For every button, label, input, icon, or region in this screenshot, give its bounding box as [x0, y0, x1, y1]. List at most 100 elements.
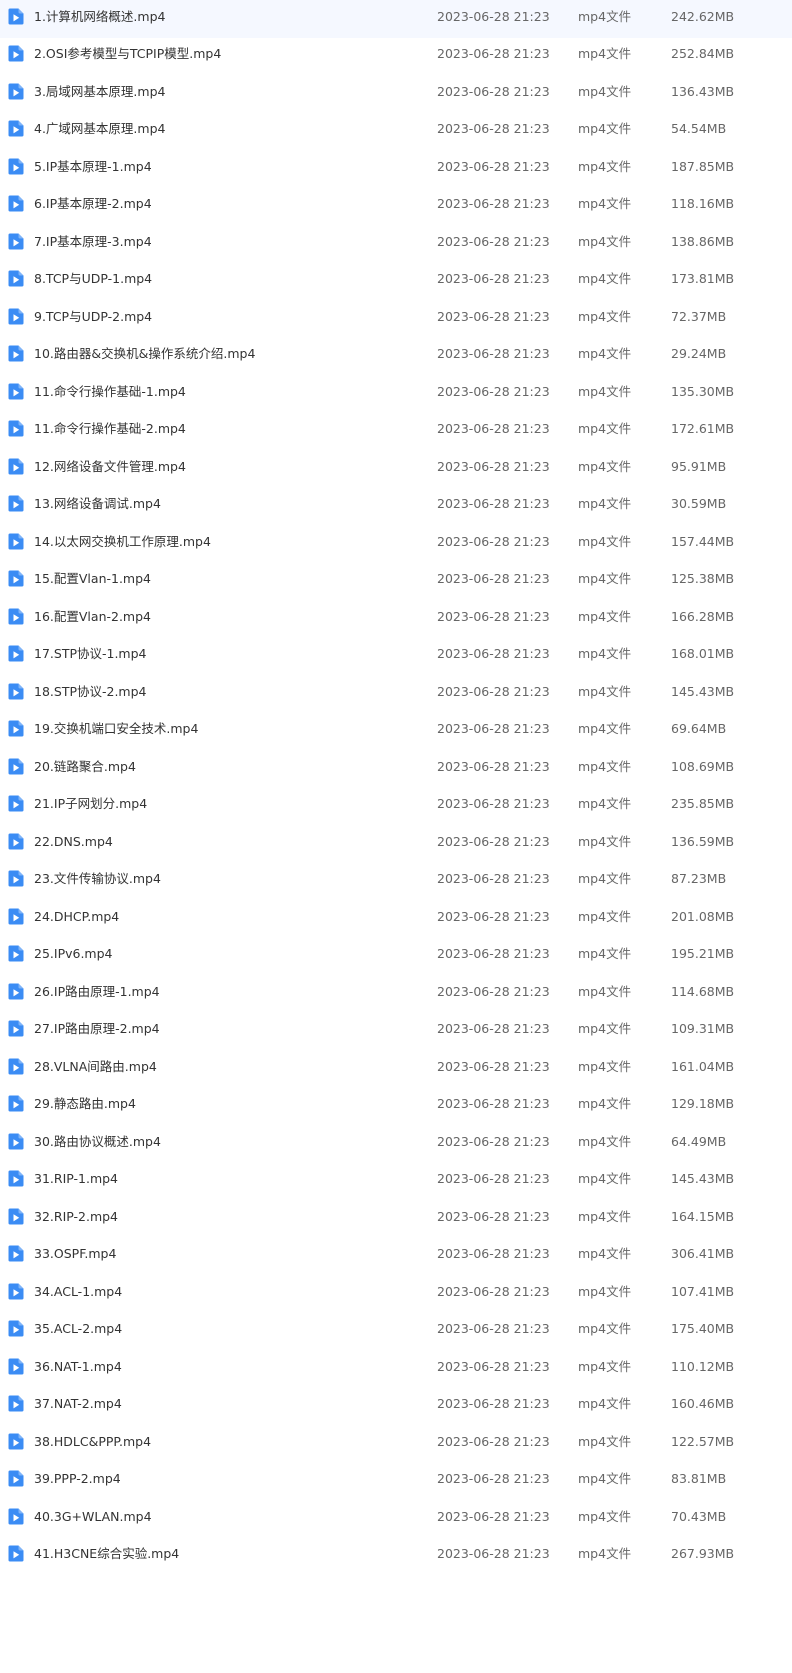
- file-name[interactable]: 13.网络设备调试.mp4: [34, 495, 161, 512]
- file-size: 135.30MB: [671, 383, 735, 399]
- file-row[interactable]: 25.IPv6.mp4 2023-06-28 21:23 mp4文件 195.2…: [0, 938, 792, 976]
- file-row[interactable]: 1.计算机网络概述.mp4 2023-06-28 21:23 mp4文件 242…: [0, 0, 792, 38]
- file-name[interactable]: 18.STP协议-2.mp4: [34, 683, 147, 700]
- file-row[interactable]: 28.VLNA间路由.mp4 2023-06-28 21:23 mp4文件 16…: [0, 1050, 792, 1088]
- file-name[interactable]: 24.DHCP.mp4: [34, 908, 119, 925]
- file-row[interactable]: 29.静态路由.mp4 2023-06-28 21:23 mp4文件 129.1…: [0, 1088, 792, 1126]
- file-modified-date: 2023-06-28 21:23: [437, 346, 550, 361]
- file-name[interactable]: 4.广域网基本原理.mp4: [34, 120, 165, 137]
- file-name[interactable]: 7.IP基本原理-3.mp4: [34, 233, 152, 250]
- file-row[interactable]: 6.IP基本原理-2.mp4 2023-06-28 21:23 mp4文件 11…: [0, 188, 792, 226]
- file-row[interactable]: 9.TCP与UDP-2.mp4 2023-06-28 21:23 mp4文件 7…: [0, 300, 792, 338]
- file-name[interactable]: 14.以太网交换机工作原理.mp4: [34, 533, 211, 550]
- file-name[interactable]: 25.IPv6.mp4: [34, 945, 113, 962]
- file-name[interactable]: 37.NAT-2.mp4: [34, 1395, 122, 1412]
- file-name[interactable]: 17.STP协议-1.mp4: [34, 645, 147, 662]
- file-row[interactable]: 24.DHCP.mp4 2023-06-28 21:23 mp4文件 201.0…: [0, 900, 792, 938]
- file-modified-date: 2023-06-28 21:23: [437, 1021, 550, 1036]
- file-name[interactable]: 33.OSPF.mp4: [34, 1245, 116, 1262]
- video-file-icon: [8, 1545, 24, 1562]
- file-row[interactable]: 35.ACL-2.mp4 2023-06-28 21:23 mp4文件 175.…: [0, 1313, 792, 1351]
- file-row[interactable]: 13.网络设备调试.mp4 2023-06-28 21:23 mp4文件 30.…: [0, 488, 792, 526]
- file-name[interactable]: 21.IP子网划分.mp4: [34, 795, 147, 812]
- file-row[interactable]: 10.路由器&交换机&操作系统介绍.mp4 2023-06-28 21:23 m…: [0, 338, 792, 376]
- file-row[interactable]: 34.ACL-1.mp4 2023-06-28 21:23 mp4文件 107.…: [0, 1275, 792, 1313]
- file-name[interactable]: 36.NAT-1.mp4: [34, 1358, 122, 1375]
- file-name[interactable]: 31.RIP-1.mp4: [34, 1170, 118, 1187]
- file-row[interactable]: 27.IP路由原理-2.mp4 2023-06-28 21:23 mp4文件 1…: [0, 1013, 792, 1051]
- file-name[interactable]: 15.配置Vlan-1.mp4: [34, 570, 151, 587]
- file-row[interactable]: 19.交换机端口安全技术.mp4 2023-06-28 21:23 mp4文件 …: [0, 713, 792, 751]
- file-row[interactable]: 11.命令行操作基础-1.mp4 2023-06-28 21:23 mp4文件 …: [0, 375, 792, 413]
- file-name[interactable]: 22.DNS.mp4: [34, 833, 113, 850]
- file-name[interactable]: 6.IP基本原理-2.mp4: [34, 195, 152, 212]
- file-name[interactable]: 23.文件传输协议.mp4: [34, 870, 161, 887]
- file-name[interactable]: 30.路由协议概述.mp4: [34, 1133, 161, 1150]
- file-row[interactable]: 15.配置Vlan-1.mp4 2023-06-28 21:23 mp4文件 1…: [0, 563, 792, 601]
- file-name[interactable]: 2.OSI参考模型与TCPIP模型.mp4: [34, 45, 221, 62]
- file-row[interactable]: 41.H3CNE综合实验.mp4 2023-06-28 21:23 mp4文件 …: [0, 1538, 792, 1576]
- file-row[interactable]: 21.IP子网划分.mp4 2023-06-28 21:23 mp4文件 235…: [0, 788, 792, 826]
- file-row[interactable]: 26.IP路由原理-1.mp4 2023-06-28 21:23 mp4文件 1…: [0, 975, 792, 1013]
- file-row[interactable]: 40.3G+WLAN.mp4 2023-06-28 21:23 mp4文件 70…: [0, 1500, 792, 1538]
- file-name[interactable]: 11.命令行操作基础-1.mp4: [34, 383, 186, 400]
- file-name[interactable]: 1.计算机网络概述.mp4: [34, 8, 165, 25]
- file-name[interactable]: 5.IP基本原理-1.mp4: [34, 158, 152, 175]
- file-row[interactable]: 4.广域网基本原理.mp4 2023-06-28 21:23 mp4文件 54.…: [0, 113, 792, 151]
- file-row[interactable]: 17.STP协议-1.mp4 2023-06-28 21:23 mp4文件 16…: [0, 638, 792, 676]
- file-row[interactable]: 5.IP基本原理-1.mp4 2023-06-28 21:23 mp4文件 18…: [0, 150, 792, 188]
- file-name[interactable]: 10.路由器&交换机&操作系统介绍.mp4: [34, 345, 255, 362]
- file-row[interactable]: 20.链路聚合.mp4 2023-06-28 21:23 mp4文件 108.6…: [0, 750, 792, 788]
- file-modified-date: 2023-06-28 21:23: [437, 758, 550, 774]
- file-row[interactable]: 14.以太网交换机工作原理.mp4 2023-06-28 21:23 mp4文件…: [0, 525, 792, 563]
- file-name[interactable]: 28.VLNA间路由.mp4: [34, 1058, 157, 1075]
- file-name[interactable]: 32.RIP-2.mp4: [34, 1208, 118, 1225]
- file-size: 161.04MB: [671, 1058, 735, 1074]
- file-row[interactable]: 32.RIP-2.mp4 2023-06-28 21:23 mp4文件 164.…: [0, 1200, 792, 1238]
- file-name[interactable]: 16.配置Vlan-2.mp4: [34, 608, 151, 625]
- file-name[interactable]: 26.IP路由原理-1.mp4: [34, 983, 160, 1000]
- file-size: 30.59MB: [671, 496, 727, 511]
- file-row[interactable]: 36.NAT-1.mp4 2023-06-28 21:23 mp4文件 110.…: [0, 1350, 792, 1388]
- file-modified-date: 2023-06-28 21:23: [437, 496, 550, 511]
- file-size: 195.21MB: [671, 946, 735, 961]
- file-modified-date: 2023-06-28 21:23: [437, 83, 550, 99]
- file-row[interactable]: 39.PPP-2.mp4 2023-06-28 21:23 mp4文件 83.8…: [0, 1463, 792, 1501]
- file-name[interactable]: 19.交换机端口安全技术.mp4: [34, 720, 198, 737]
- file-row[interactable]: 12.网络设备文件管理.mp4 2023-06-28 21:23 mp4文件 9…: [0, 450, 792, 488]
- file-name[interactable]: 27.IP路由原理-2.mp4: [34, 1020, 160, 1037]
- file-row[interactable]: 23.文件传输协议.mp4 2023-06-28 21:23 mp4文件 87.…: [0, 863, 792, 901]
- file-row[interactable]: 16.配置Vlan-2.mp4 2023-06-28 21:23 mp4文件 1…: [0, 600, 792, 638]
- file-name[interactable]: 38.HDLC&PPP.mp4: [34, 1433, 151, 1450]
- video-file-icon: [8, 1095, 24, 1112]
- file-row[interactable]: 37.NAT-2.mp4 2023-06-28 21:23 mp4文件 160.…: [0, 1388, 792, 1426]
- file-name[interactable]: 9.TCP与UDP-2.mp4: [34, 308, 152, 325]
- file-name[interactable]: 8.TCP与UDP-1.mp4: [34, 270, 152, 287]
- file-row[interactable]: 18.STP协议-2.mp4 2023-06-28 21:23 mp4文件 14…: [0, 675, 792, 713]
- file-row[interactable]: 8.TCP与UDP-1.mp4 2023-06-28 21:23 mp4文件 1…: [0, 263, 792, 301]
- file-name[interactable]: 35.ACL-2.mp4: [34, 1320, 122, 1337]
- file-row[interactable]: 2.OSI参考模型与TCPIP模型.mp4 2023-06-28 21:23 m…: [0, 38, 792, 76]
- file-name[interactable]: 11.命令行操作基础-2.mp4: [34, 420, 186, 437]
- file-name[interactable]: 29.静态路由.mp4: [34, 1095, 136, 1112]
- file-name[interactable]: 12.网络设备文件管理.mp4: [34, 458, 186, 475]
- video-file-icon: [8, 1358, 24, 1375]
- video-file-icon: [8, 270, 24, 287]
- file-name[interactable]: 40.3G+WLAN.mp4: [34, 1508, 152, 1525]
- file-name[interactable]: 20.链路聚合.mp4: [34, 758, 136, 775]
- file-row[interactable]: 7.IP基本原理-3.mp4 2023-06-28 21:23 mp4文件 13…: [0, 225, 792, 263]
- video-file-icon: [8, 158, 24, 175]
- file-row[interactable]: 30.路由协议概述.mp4 2023-06-28 21:23 mp4文件 64.…: [0, 1125, 792, 1163]
- file-row[interactable]: 33.OSPF.mp4 2023-06-28 21:23 mp4文件 306.4…: [0, 1238, 792, 1276]
- file-name[interactable]: 41.H3CNE综合实验.mp4: [34, 1545, 179, 1562]
- file-row[interactable]: 11.命令行操作基础-2.mp4 2023-06-28 21:23 mp4文件 …: [0, 413, 792, 451]
- file-row[interactable]: 31.RIP-1.mp4 2023-06-28 21:23 mp4文件 145.…: [0, 1163, 792, 1201]
- file-name[interactable]: 39.PPP-2.mp4: [34, 1470, 121, 1487]
- file-row[interactable]: 3.局域网基本原理.mp4 2023-06-28 21:23 mp4文件 136…: [0, 75, 792, 113]
- video-file-icon: [8, 1170, 24, 1187]
- file-row[interactable]: 38.HDLC&PPP.mp4 2023-06-28 21:23 mp4文件 1…: [0, 1425, 792, 1463]
- file-size: 166.28MB: [671, 608, 735, 624]
- file-row[interactable]: 22.DNS.mp4 2023-06-28 21:23 mp4文件 136.59…: [0, 825, 792, 863]
- file-name[interactable]: 34.ACL-1.mp4: [34, 1283, 122, 1300]
- file-name[interactable]: 3.局域网基本原理.mp4: [34, 83, 165, 100]
